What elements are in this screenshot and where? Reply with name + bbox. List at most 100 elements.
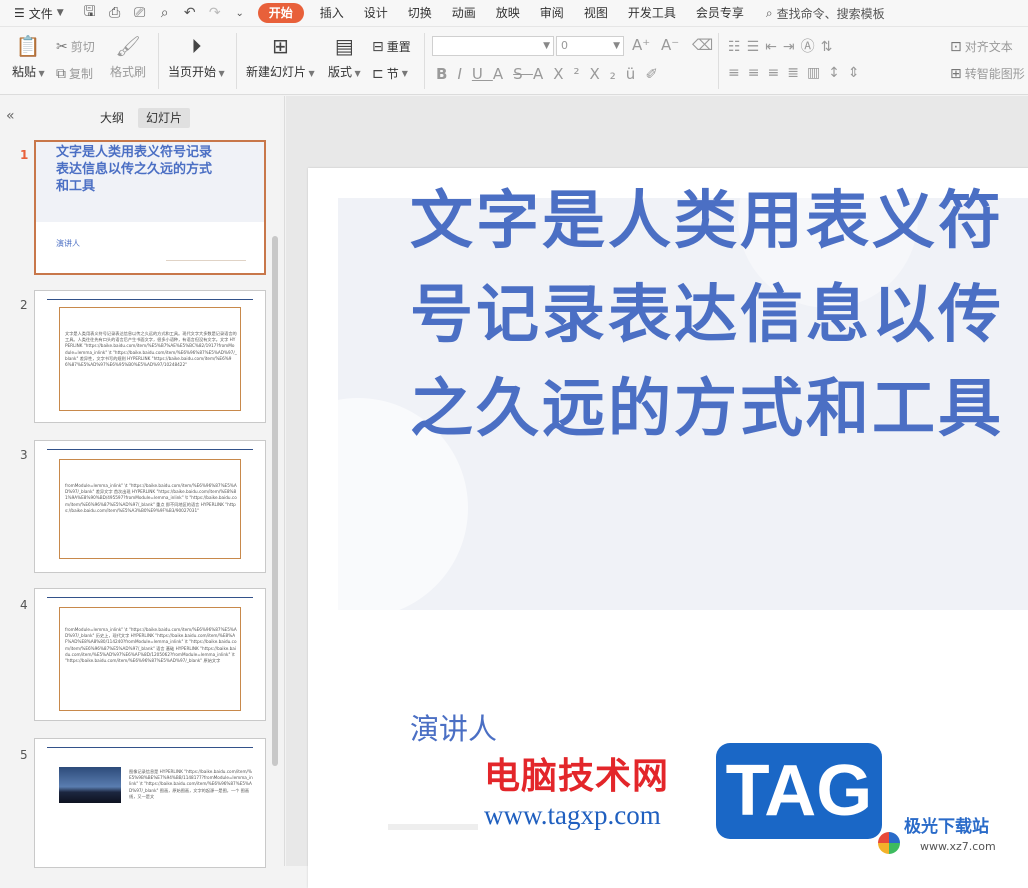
customize-toolbar-icon[interactable]: ⌄	[232, 8, 248, 19]
section-button[interactable]: ⊏ 节 ▼	[372, 65, 408, 82]
slide-number: 3	[20, 448, 28, 462]
paragraph-spacing-icon[interactable]: ⇕	[848, 65, 868, 81]
bold-icon[interactable]: B	[436, 65, 457, 83]
highlight-icon[interactable]: ✐	[645, 65, 668, 83]
layout-label: 版式 ▼	[328, 65, 361, 79]
tab-member[interactable]: 会员专享	[686, 3, 754, 23]
slide-title[interactable]: 文字是人类用表义符 号记录表达信息以传 之久远的方式和工具	[410, 174, 1028, 456]
chevron-down-icon: ▼	[401, 69, 408, 78]
tab-insert[interactable]: 插入	[310, 3, 354, 23]
format-painter-button[interactable]: 🖌 格式刷	[110, 35, 146, 80]
font-color-icon[interactable]: A	[533, 65, 553, 83]
align-text-button[interactable]: ⊡ 对齐文本	[950, 38, 1013, 55]
tab-view[interactable]: 视图	[574, 3, 618, 23]
print-preview-icon[interactable]: ⌕	[157, 5, 173, 21]
decrease-font-icon[interactable]: A⁻	[661, 36, 679, 54]
slide-thumb-text: 文字是人类用表义符号记录表达信息以传之久远的方式和工具。现代文字大多数是记录语言…	[65, 331, 237, 368]
divider	[388, 824, 478, 830]
justify-icon[interactable]: ≣	[787, 65, 807, 81]
font-family-select[interactable]: ▼	[432, 36, 554, 56]
save-icon[interactable]: 🖫	[82, 1, 98, 25]
divider	[47, 299, 253, 300]
text-direction-icon[interactable]: ⇅	[821, 39, 839, 55]
line-spacing-icon[interactable]: ↕	[828, 65, 848, 81]
phonetic-icon[interactable]: ü	[626, 65, 646, 83]
format-painter-label: 格式刷	[110, 65, 147, 79]
copy-button[interactable]: ⧉ 复制	[56, 65, 93, 82]
new-slide-icon: ⊞	[271, 34, 289, 58]
hamburger-icon: ☰	[14, 6, 25, 20]
slide-title-line: 号记录表达信息以传	[410, 278, 1004, 351]
undo-icon[interactable]: ↶	[182, 5, 198, 21]
file-menu[interactable]: ☰ 文件 ▼	[0, 0, 74, 27]
scissors-icon: ✂	[56, 38, 68, 55]
align-right-icon[interactable]: ≡	[767, 65, 787, 81]
layout-button[interactable]: ▤ 版式 ▼	[328, 35, 361, 80]
panel-scrollbar[interactable]	[272, 236, 278, 766]
increase-font-icon[interactable]: A⁺	[632, 36, 650, 54]
smart-art-icon: ⊞	[950, 65, 962, 82]
divider	[424, 33, 425, 89]
distribute-icon[interactable]: ▥	[807, 65, 828, 81]
slide-thumbnail-3[interactable]: fromModule=lemma_inlink" \t "https://bai…	[34, 440, 266, 573]
chevron-down-icon: ▼	[56, 8, 64, 18]
divider	[718, 33, 719, 89]
export-pdf-icon[interactable]: ⎙	[107, 5, 123, 21]
print-icon[interactable]: ⎚	[132, 5, 148, 21]
redo-icon[interactable]: ↷	[207, 5, 223, 21]
chevron-down-icon: ▼	[613, 41, 620, 51]
tab-transition[interactable]: 切换	[398, 3, 442, 23]
slide-thumb-title: 文字是人类用表义符号记录表达信息以传之久远的方式和工具	[56, 145, 213, 194]
numbered-list-icon[interactable]: ☰	[747, 39, 766, 55]
subscript-icon[interactable]: X₂	[590, 65, 626, 83]
slide-thumb-image	[59, 767, 121, 803]
play-current-label: 当页开始 ▼	[168, 65, 225, 79]
command-search[interactable]: ⌕ 查找命令、搜索模板	[754, 5, 885, 22]
align-left-icon[interactable]: ≡	[728, 65, 748, 81]
decrease-indent-icon[interactable]: ⇤	[765, 39, 783, 55]
tab-review[interactable]: 审阅	[530, 3, 574, 23]
slide-thumbnail-5[interactable]: 图像记录信息是 HYPERLINK "https://baike.baidu.c…	[34, 738, 266, 868]
tab-design[interactable]: 设计	[354, 3, 398, 23]
tab-outline[interactable]: 大纲	[92, 108, 132, 128]
strikethrough-icon[interactable]: S	[513, 65, 533, 83]
align-text-label: 对齐文本	[964, 40, 1013, 54]
slide-thumb-text: fromModule=lemma_inlink" \t "https://bai…	[65, 627, 237, 664]
new-slide-button[interactable]: ⊞ 新建幻灯片 ▼	[246, 35, 315, 80]
paste-button[interactable]: 📋 粘贴 ▼	[12, 35, 45, 80]
ribbon-toolbar: 📋 粘贴 ▼ ✂ 剪切 ⧉ 复制 🖌 格式刷 ⏵ 当页开始 ▼ ⊞ 新建幻灯片 …	[0, 27, 1028, 95]
smart-art-button[interactable]: ⊞ 转智能图形	[950, 65, 1025, 82]
tab-animation[interactable]: 动画	[442, 3, 486, 23]
align-center-icon[interactable]: ≡	[748, 65, 768, 81]
superscript-icon[interactable]: X²	[553, 65, 589, 83]
tab-developer[interactable]: 开发工具	[618, 3, 686, 23]
collapse-panel-icon[interactable]: «	[6, 108, 15, 124]
file-menu-label: 文件	[28, 6, 53, 21]
font-size-select[interactable]: 0 ▼	[556, 36, 624, 56]
section-label: 节	[386, 67, 399, 81]
tab-slides[interactable]: 幻灯片	[138, 108, 191, 128]
underline-icon[interactable]: U	[472, 65, 493, 83]
cut-button[interactable]: ✂ 剪切	[56, 38, 95, 55]
bullet-list-icon[interactable]: ☷	[728, 39, 747, 55]
slide-thumbnail-2[interactable]: 文字是人类用表义符号记录表达信息以传之久远的方式和工具。现代文字大多数是记录语言…	[34, 290, 266, 423]
copy-icon: ⧉	[56, 65, 66, 82]
slide-thumbnail-1[interactable]: 文字是人类用表义符号记录表达信息以传之久远的方式和工具 演讲人	[34, 140, 266, 275]
slide-panel: « 大纲 幻灯片 1 文字是人类用表义符号记录表达信息以传之久远的方式和工具 演…	[0, 96, 285, 868]
new-slide-label: 新建幻灯片 ▼	[246, 65, 315, 79]
play-current-button[interactable]: ⏵ 当页开始 ▼	[168, 35, 225, 80]
slide-thumbnail-4[interactable]: fromModule=lemma_inlink" \t "https://bai…	[34, 588, 266, 721]
slide-title-line: 文字是人类用表义符	[410, 184, 1004, 257]
shadow-icon[interactable]: A	[493, 65, 513, 83]
clear-format-icon[interactable]: ⌫	[692, 36, 713, 54]
clipboard-icon: 📋	[15, 34, 41, 58]
italic-icon[interactable]: I	[457, 65, 471, 83]
tab-slideshow[interactable]: 放映	[486, 3, 530, 23]
tab-home[interactable]: 开始	[257, 3, 304, 23]
slide-subtitle[interactable]: 演讲人	[410, 706, 497, 748]
reset-button[interactable]: ⊟ 重置	[372, 38, 411, 55]
ribbon-tabs: 开始 插入 设计 切换 动画 放映 审阅 视图 开发工具 会员专享	[256, 0, 754, 27]
divider	[158, 33, 159, 89]
increase-indent-icon[interactable]: ⇥	[783, 39, 801, 55]
text-box-icon[interactable]: Ⓐ	[801, 39, 821, 55]
